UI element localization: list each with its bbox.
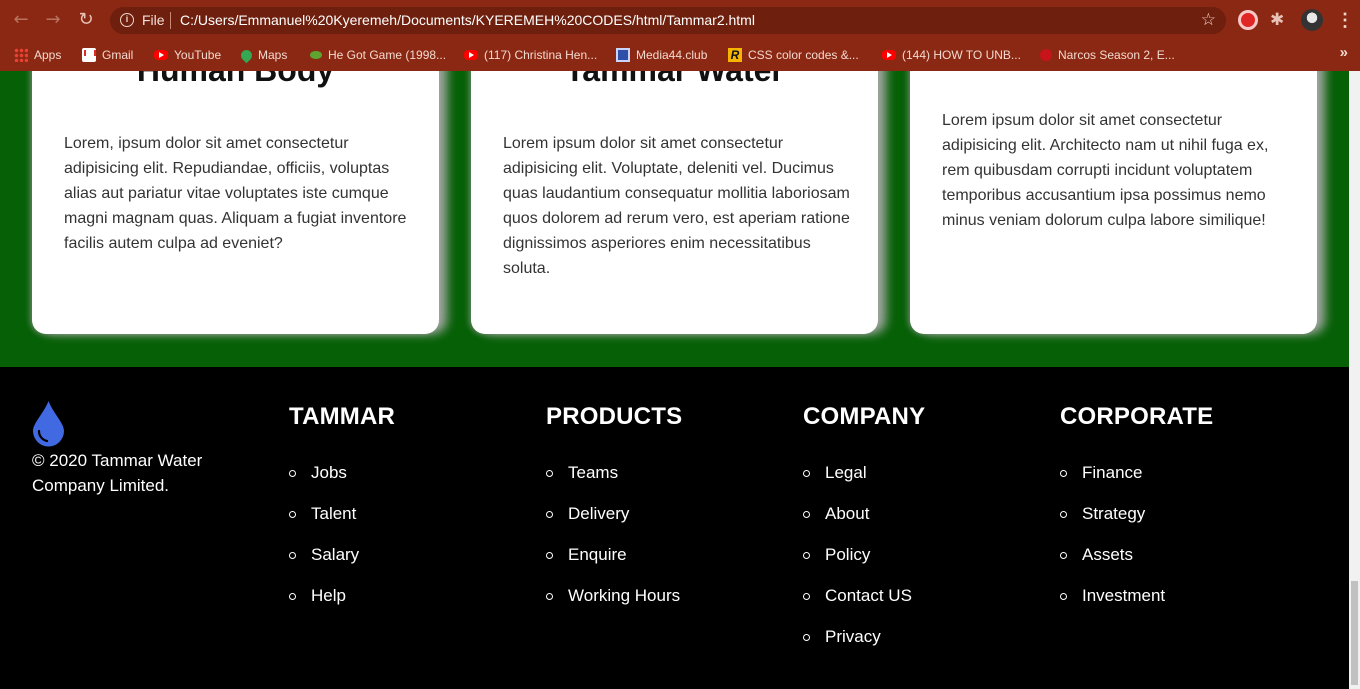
footer-link-enquire[interactable]: Enquire	[546, 545, 682, 586]
youtube-icon	[154, 50, 168, 60]
bookmark-christina[interactable]: (117) Christina Hen...	[464, 45, 597, 65]
bookmark-narcos[interactable]: Narcos Season 2, E...	[1040, 45, 1175, 65]
feature-card: Human Body Lorem, ipsum dolor sit amet c…	[32, 71, 439, 334]
card-text: Lorem ipsum dolor sit amet consectetur a…	[503, 135, 850, 277]
footer-link-salary[interactable]: Salary	[289, 545, 395, 586]
footer-column-company: COMPANY Legal About Policy Contact US Pr…	[803, 403, 925, 668]
bookmark-label: YouTube	[174, 48, 222, 62]
footer-link-talent[interactable]: Talent	[289, 504, 395, 545]
page-viewport: Human Body Lorem, ipsum dolor sit amet c…	[0, 71, 1349, 689]
footer-link-jobs[interactable]: Jobs	[289, 463, 395, 504]
reload-icon[interactable]: ↻	[75, 9, 97, 31]
card-title: Human Body	[32, 71, 439, 89]
bookmark-star-icon[interactable]: ☆	[1201, 10, 1216, 30]
footer-link-list: Legal About Policy Contact US Privacy	[803, 463, 925, 668]
bookmark-maps[interactable]: Maps	[238, 45, 288, 65]
footer-link-policy[interactable]: Policy	[803, 545, 925, 586]
bookmark-label: Gmail	[102, 48, 134, 62]
bookmark-how-to[interactable]: (144) HOW TO UNB...	[882, 45, 1021, 65]
footer-link-list: Teams Delivery Enquire Working Hours	[546, 463, 682, 627]
gmail-icon	[82, 48, 96, 62]
footer-link-legal[interactable]: Legal	[803, 463, 925, 504]
footer-link-list: Finance Strategy Assets Investment	[1060, 463, 1213, 627]
footer-link-investment[interactable]: Investment	[1060, 586, 1213, 627]
card-text: Lorem ipsum dolor sit amet consectetur a…	[942, 112, 1269, 229]
bookmark-label: Media44.club	[636, 48, 708, 62]
bookmark-label: Apps	[34, 48, 62, 62]
bookmark-label: (117) Christina Hen...	[484, 48, 598, 62]
copyright-text: © 2020 Tammar Water Company Limited.	[32, 451, 203, 495]
address-bar[interactable]: i File C:/Users/Emmanuel%20Kyeremeh/Docu…	[110, 7, 1226, 34]
browser-menu-icon[interactable]: ⋮	[1336, 10, 1356, 30]
extension-stop-icon[interactable]	[1238, 10, 1258, 30]
address-separator	[170, 12, 171, 29]
extensions-puzzle-icon[interactable]: ✱	[1270, 10, 1290, 30]
footer-column-title: COMPANY	[803, 403, 926, 430]
game-icon	[310, 51, 322, 59]
maps-pin-icon	[238, 47, 255, 63]
feature-card: Lorem ipsum dolor sit amet consectetur a…	[910, 71, 1317, 334]
card-title: Tammar Water	[471, 71, 878, 89]
footer-link-contact-us[interactable]: Contact US	[803, 586, 925, 627]
bookmark-apps[interactable]: Apps	[14, 45, 61, 65]
scrollbar-thumb[interactable]	[1351, 581, 1358, 685]
footer-column-title: PRODUCTS	[546, 403, 683, 430]
footer-column-products: PRODUCTS Teams Delivery Enquire Working …	[546, 403, 682, 627]
narcos-icon	[1040, 49, 1052, 61]
bookmark-label: Maps	[258, 48, 288, 62]
profile-avatar[interactable]	[1301, 9, 1323, 31]
bookmark-youtube[interactable]: YouTube	[154, 45, 221, 65]
bookmarks-bar: Apps Gmail YouTube Maps He Got Game (199…	[0, 40, 1360, 71]
media-icon	[616, 48, 630, 62]
footer-link-assets[interactable]: Assets	[1060, 545, 1213, 586]
footer-column-title: CORPORATE	[1060, 403, 1214, 430]
bookmark-media44[interactable]: Media44.club	[616, 45, 707, 65]
bookmark-label: (144) HOW TO UNB...	[902, 48, 1021, 62]
bookmark-label: CSS color codes &...	[748, 48, 859, 62]
bookmark-label: Narcos Season 2, E...	[1058, 48, 1175, 62]
footer-column-title: TAMMAR	[289, 403, 396, 430]
file-label: File	[142, 12, 165, 28]
footer-link-strategy[interactable]: Strategy	[1060, 504, 1213, 545]
bookmark-he-got-game[interactable]: He Got Game (1998...	[310, 45, 446, 65]
footer-link-help[interactable]: Help	[289, 586, 395, 627]
site-footer: © 2020 Tammar Water Company Limited. TAM…	[0, 367, 1349, 689]
apps-grid-icon	[14, 48, 28, 62]
footer-link-privacy[interactable]: Privacy	[803, 627, 925, 668]
page-scrollbar[interactable]	[1349, 71, 1360, 689]
url-text[interactable]: C:/Users/Emmanuel%20Kyeremeh/Documents/K…	[180, 12, 755, 28]
info-icon[interactable]: i	[120, 13, 134, 27]
footer-link-about[interactable]: About	[803, 504, 925, 545]
youtube-icon	[882, 50, 896, 60]
bookmark-label: He Got Game (1998...	[328, 48, 447, 62]
footer-column-tammar: TAMMAR Jobs Talent Salary Help	[289, 403, 395, 627]
card-text: Lorem, ipsum dolor sit amet consectetur …	[64, 135, 407, 252]
features-section: Human Body Lorem, ipsum dolor sit amet c…	[0, 71, 1349, 367]
back-arrow-icon[interactable]: ←	[10, 9, 32, 31]
footer-link-finance[interactable]: Finance	[1060, 463, 1213, 504]
bookmarks-more-chevron-icon[interactable]: »	[1340, 44, 1348, 61]
youtube-icon	[464, 50, 478, 60]
footer-link-working-hours[interactable]: Working Hours	[546, 586, 682, 627]
forward-arrow-icon[interactable]: →	[42, 9, 64, 31]
feature-card: Tammar Water Lorem ipsum dolor sit amet …	[471, 71, 878, 334]
footer-column-corporate: CORPORATE Finance Strategy Assets Invest…	[1060, 403, 1213, 627]
bookmark-css-colors[interactable]: R CSS color codes &...	[728, 45, 859, 65]
footer-link-list: Jobs Talent Salary Help	[289, 463, 395, 627]
browser-toolbar: ← → ↻ i File C:/Users/Emmanuel%20Kyereme…	[0, 0, 1360, 40]
footer-link-teams[interactable]: Teams	[546, 463, 682, 504]
bookmark-gmail[interactable]: Gmail	[82, 45, 133, 65]
water-drop-icon	[33, 401, 64, 447]
r-logo-icon: R	[728, 48, 742, 62]
footer-link-delivery[interactable]: Delivery	[546, 504, 682, 545]
